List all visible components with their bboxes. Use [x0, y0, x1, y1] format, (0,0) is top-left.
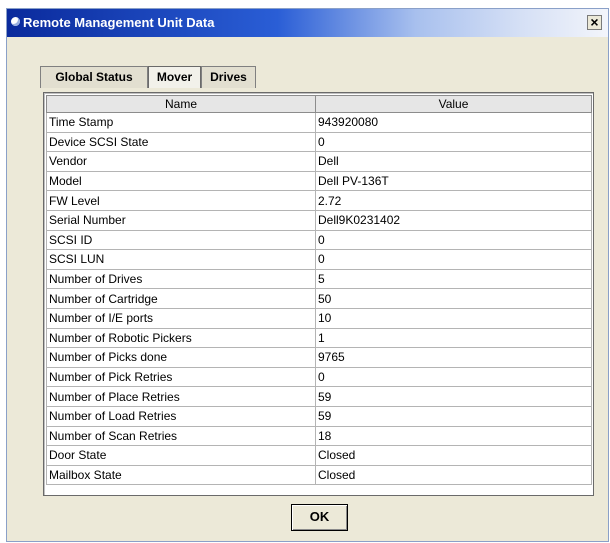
column-header-name[interactable]: Name: [46, 95, 316, 113]
window-title: Remote Management Unit Data: [23, 15, 215, 30]
row-value-cell: 0: [315, 249, 592, 270]
row-name-cell: Device SCSI State: [46, 131, 316, 153]
row-name-cell: SCSI ID: [46, 229, 316, 251]
row-name-cell: Model: [46, 170, 316, 192]
row-value-cell: 943920080: [315, 112, 592, 133]
row-value-cell: 1: [315, 327, 592, 349]
row-value-cell: Dell PV-136T: [315, 170, 592, 192]
row-name-cell: Number of Drives: [46, 268, 316, 290]
table-row[interactable]: Number of Cartridge 50: [46, 288, 592, 309]
row-value-cell: 50: [315, 288, 592, 309]
row-name-cell: Door State: [46, 445, 316, 466]
row-name-cell: Vendor: [46, 151, 316, 172]
row-value-cell: 0: [315, 131, 592, 153]
column-header-value[interactable]: Value: [315, 95, 592, 113]
java-app-icon: [11, 17, 20, 26]
row-name-cell: FW Level: [46, 190, 316, 211]
row-name-cell: SCSI LUN: [46, 249, 316, 270]
row-value-cell: 18: [315, 425, 592, 447]
row-name-cell: Number of Pick Retries: [46, 366, 316, 388]
table-row[interactable]: Number of I/E ports 10: [46, 307, 592, 329]
close-button[interactable]: ×: [587, 15, 602, 30]
table-row[interactable]: Device SCSI State 0: [46, 131, 592, 153]
tab-mover[interactable]: Mover: [148, 66, 201, 88]
row-value-cell: 59: [315, 386, 592, 407]
row-value-cell: Closed: [315, 445, 592, 466]
row-value-cell: 9765: [315, 347, 592, 368]
row-value-cell: Dell: [315, 151, 592, 172]
table-row[interactable]: Vendor Dell: [46, 151, 592, 172]
table-header-row: Name Value: [46, 95, 592, 113]
table-row[interactable]: Door State Closed: [46, 445, 592, 466]
data-table: Name Value Time Stamp 943920080 Device SCS…: [46, 95, 592, 486]
row-value-cell: 0: [315, 229, 592, 251]
table-row[interactable]: Mailbox State Closed: [46, 464, 592, 486]
table-row[interactable]: Time Stamp 943920080: [46, 112, 592, 133]
ok-button[interactable]: OK: [291, 504, 348, 531]
table-row[interactable]: SCSI ID 0: [46, 229, 592, 251]
table-row[interactable]: Number of Robotic Pickers 1: [46, 327, 592, 349]
row-name-cell: Number of Cartridge: [46, 288, 316, 309]
title-bar[interactable]: Remote Management Unit Data ×: [7, 9, 608, 37]
dialog-window: Remote Management Unit Data × Global Sta…: [6, 8, 609, 542]
table-row[interactable]: SCSI LUN 0: [46, 249, 592, 270]
row-name-cell: Number of Robotic Pickers: [46, 327, 316, 349]
row-value-cell: 2.72: [315, 190, 592, 211]
row-name-cell: Number of Picks done: [46, 347, 316, 368]
row-value-cell: Closed: [315, 464, 592, 486]
row-name-cell: Mailbox State: [46, 464, 316, 486]
row-value-cell: 5: [315, 268, 592, 290]
row-value-cell: 59: [315, 405, 592, 427]
table-row[interactable]: Number of Scan Retries 18: [46, 425, 592, 447]
table-row[interactable]: Number of Picks done 9765: [46, 347, 592, 368]
row-value-cell: Dell9K0231402: [315, 209, 592, 231]
table-row[interactable]: Model Dell PV-136T: [46, 170, 592, 192]
table-row[interactable]: Serial Number Dell9K0231402: [46, 209, 592, 231]
row-value-cell: 10: [315, 307, 592, 329]
table-row[interactable]: FW Level 2.72: [46, 190, 592, 211]
table-row[interactable]: Number of Drives 5: [46, 268, 592, 290]
row-name-cell: Number of Place Retries: [46, 386, 316, 407]
row-name-cell: Serial Number: [46, 209, 316, 231]
table-row[interactable]: Number of Load Retries 59: [46, 405, 592, 427]
row-name-cell: Number of Load Retries: [46, 405, 316, 427]
row-name-cell: Number of I/E ports: [46, 307, 316, 329]
table-row[interactable]: Number of Pick Retries 0: [46, 366, 592, 388]
tab-global-status[interactable]: Global Status: [40, 66, 148, 88]
tab-drives[interactable]: Drives: [201, 66, 256, 88]
mover-panel: Name Value Time Stamp 943920080 Device SCS…: [43, 92, 594, 496]
row-name-cell: Number of Scan Retries: [46, 425, 316, 447]
row-value-cell: 0: [315, 366, 592, 388]
row-name-cell: Time Stamp: [46, 112, 316, 133]
table-row[interactable]: Number of Place Retries 59: [46, 386, 592, 407]
